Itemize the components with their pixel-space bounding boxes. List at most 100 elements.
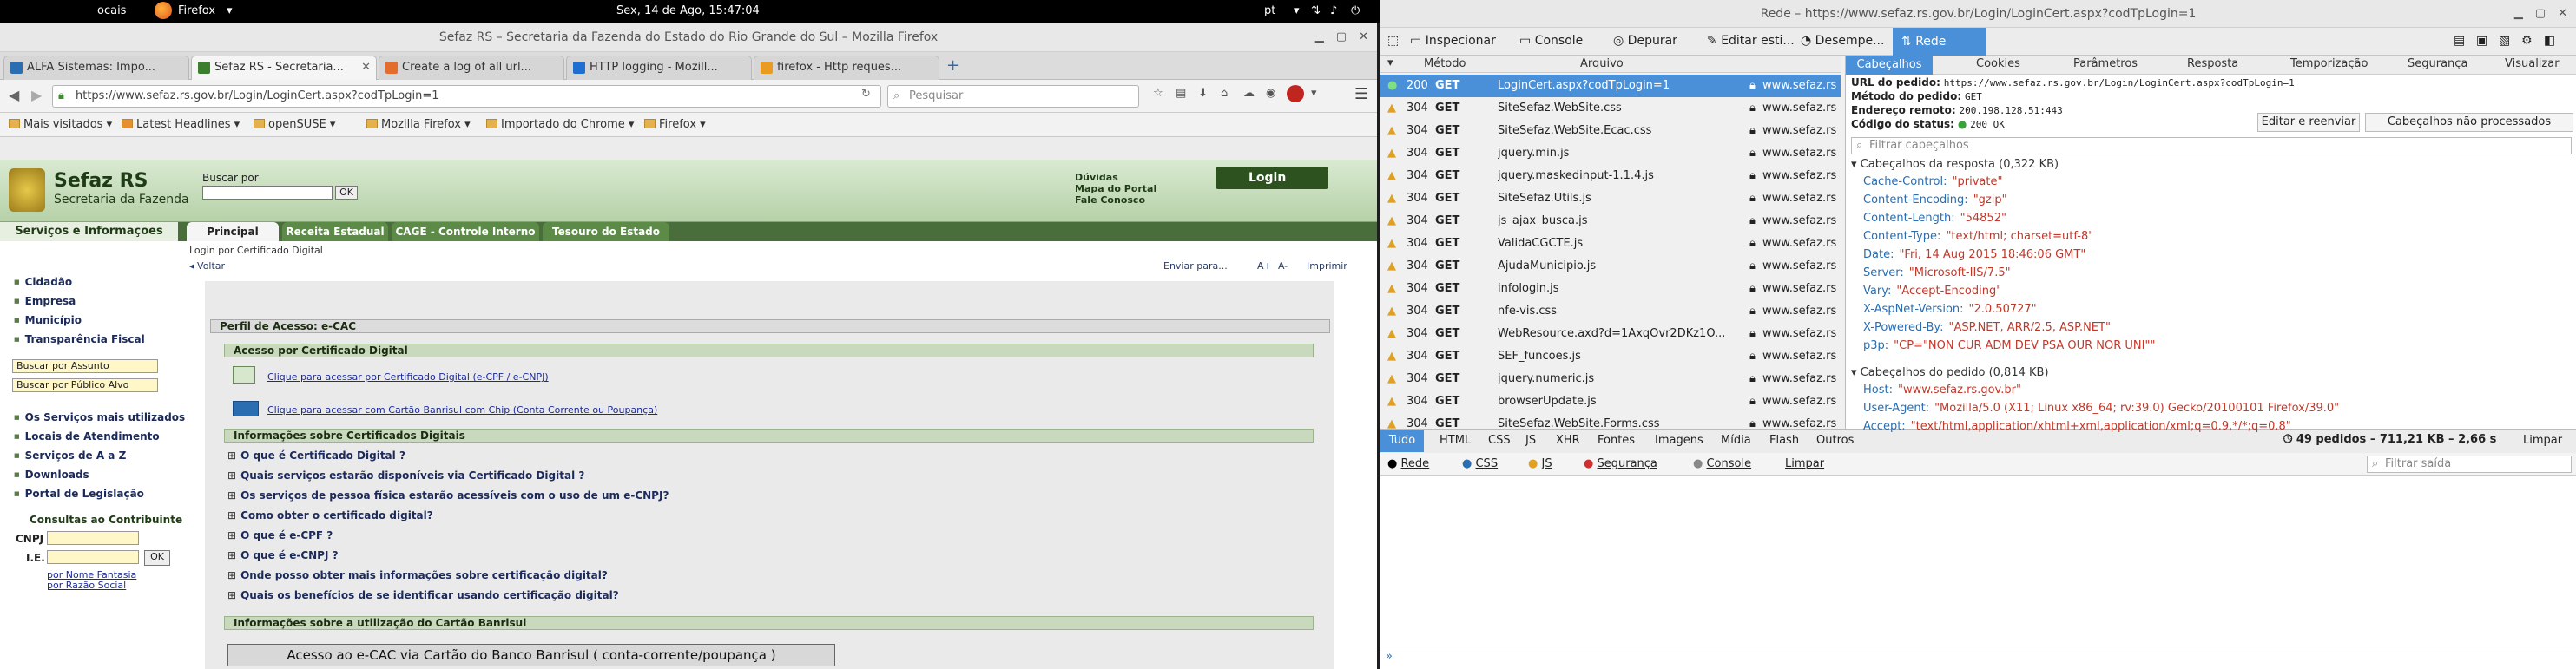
bookmark-latest-headlines[interactable]: Latest Headlines ▾ bbox=[122, 118, 240, 131]
side-transparencia[interactable]: Transparência Fiscal bbox=[14, 333, 145, 345]
select-publico[interactable]: Buscar por Público Alvo bbox=[12, 378, 158, 392]
filter-headers-input[interactable]: ⌕ Filtrar cabeçalhos bbox=[1851, 137, 2572, 154]
faq-item[interactable]: Quais serviços estarão disponíveis via C… bbox=[227, 469, 584, 482]
tab-console[interactable]: ▭ Console bbox=[1519, 34, 1583, 48]
faq-item[interactable]: Onde posso obter mais informações sobre … bbox=[227, 569, 608, 581]
tab-response[interactable]: Resposta bbox=[2187, 57, 2238, 70]
tab-inspector[interactable]: ▭ Inspecionar bbox=[1410, 34, 1496, 48]
tab-debugger[interactable]: ◎ Depurar bbox=[1613, 34, 1677, 48]
filter-css[interactable]: CSS bbox=[1488, 434, 1511, 447]
filter-html[interactable]: HTML bbox=[1440, 434, 1471, 447]
request-row[interactable]: ▲ 304 GET ValidaCGCTE.js 🔒︎ www.sefaz.rs bbox=[1380, 233, 1841, 255]
bookmark-imported-chrome[interactable]: Importado do Chrome ▾ bbox=[486, 118, 634, 131]
split-icon[interactable]: ▤ bbox=[2454, 34, 2465, 48]
back-link[interactable]: ◂ Voltar bbox=[189, 260, 225, 272]
request-row[interactable]: ▲ 304 GET browserUpdate.js 🔒︎ www.sefaz.rs bbox=[1380, 390, 1841, 413]
filter-js[interactable]: JS bbox=[1525, 434, 1536, 447]
filter-xhr[interactable]: XHR bbox=[1556, 434, 1580, 447]
filter-net[interactable]: ● Rede bbox=[1387, 457, 1429, 470]
link-banrisul-access[interactable]: Clique para acessar com Cartão Banrisul … bbox=[267, 404, 657, 416]
clock[interactable]: Sex, 14 de Ago, 15:47:04 bbox=[616, 4, 760, 17]
request-row[interactable]: ▲ 304 GET js_ajax_busca.js 🔒︎ www.sefaz.rs bbox=[1380, 210, 1841, 233]
adblock-icon[interactable] bbox=[1287, 85, 1304, 102]
login-button[interactable]: Login bbox=[1216, 167, 1328, 189]
side-servicos[interactable]: Os Serviços mais utilizados bbox=[14, 411, 186, 423]
side-az[interactable]: Serviços de A a Z bbox=[14, 449, 127, 462]
tab-tesouro[interactable]: Tesouro do Estado bbox=[543, 222, 669, 241]
font-decrease[interactable]: A- bbox=[1278, 260, 1288, 272]
tab-preview[interactable]: Visualizar bbox=[2505, 57, 2560, 70]
minimize-icon[interactable]: ▁ bbox=[2514, 7, 2523, 20]
side-municipio[interactable]: Município bbox=[14, 314, 82, 326]
font-increase[interactable]: A+ bbox=[1257, 260, 1272, 272]
print-link[interactable]: Imprimir bbox=[1307, 260, 1347, 272]
raw-headers-button[interactable]: Cabeçalhos não processados bbox=[2365, 113, 2573, 132]
hamburger-menu-icon[interactable]: ☰ bbox=[1354, 85, 1368, 103]
download-icon[interactable]: ⬇ bbox=[1198, 87, 1208, 100]
filter-images[interactable]: Imagens bbox=[1655, 434, 1703, 447]
tab-receita[interactable]: Receita Estadual bbox=[282, 222, 388, 241]
power-icon[interactable]: ⏻ bbox=[1351, 4, 1360, 17]
tab-security[interactable]: Segurança bbox=[2408, 57, 2467, 70]
bookmark-opensuse[interactable]: openSUSE ▾ bbox=[254, 118, 335, 131]
select-assunto[interactable]: Buscar por Assunto bbox=[12, 359, 158, 373]
filter-logging[interactable]: ● Console bbox=[1693, 457, 1751, 470]
site-search-ok-button[interactable]: OK bbox=[335, 186, 358, 200]
forward-icon[interactable]: ▶ bbox=[31, 87, 42, 103]
scratchpad-icon[interactable]: ▧ bbox=[2499, 34, 2510, 48]
close-icon[interactable]: ✕ bbox=[2558, 7, 2567, 20]
tab-timing[interactable]: Temporização bbox=[2290, 57, 2368, 70]
ie-ok-button[interactable]: OK bbox=[144, 550, 170, 566]
more-icon[interactable]: ▾ bbox=[1311, 87, 1317, 100]
search-input[interactable]: ⌕ Pesquisar bbox=[887, 85, 1139, 108]
console-clear-button[interactable]: Limpar bbox=[1785, 457, 1824, 470]
console-input[interactable]: » bbox=[1380, 646, 2576, 669]
pick-element-icon[interactable]: ⬚ bbox=[1387, 34, 1399, 48]
filter-js[interactable]: ● JS bbox=[1528, 457, 1552, 470]
ie-input[interactable] bbox=[47, 550, 139, 564]
maximize-icon[interactable]: ▢ bbox=[1336, 30, 1347, 43]
side-empresa[interactable]: Empresa bbox=[14, 295, 76, 307]
chat-icon[interactable]: ☁ bbox=[1243, 87, 1255, 100]
faq-item[interactable]: O que é e-CNPJ ? bbox=[227, 549, 339, 561]
faq-item[interactable]: Como obter o certificado digital? bbox=[227, 509, 433, 521]
request-row[interactable]: ▲ 304 GET SEF_funcoes.js 🔒︎ www.sefaz.rs bbox=[1380, 345, 1841, 368]
link-razao-social[interactable]: por Razão Social bbox=[47, 580, 126, 591]
tab-network[interactable]: ⇅ Rede bbox=[1893, 28, 1986, 56]
side-locais[interactable]: Locais de Atendimento bbox=[14, 430, 160, 443]
star-icon[interactable]: ☆ bbox=[1153, 87, 1163, 100]
tab-principal[interactable]: Principal bbox=[187, 222, 279, 241]
clear-button[interactable]: Limpar bbox=[2523, 434, 2562, 447]
filter-css[interactable]: ● CSS bbox=[1462, 457, 1498, 470]
filter-fonts[interactable]: Fontes bbox=[1598, 434, 1635, 447]
response-headers-section[interactable]: ▾ Cabeçalhos da resposta (0,322 KB) bbox=[1851, 158, 2059, 171]
dock-icon[interactable]: ◧ bbox=[2544, 34, 2555, 48]
url-bar[interactable]: 🔒︎ https://www.sefaz.rs.gov.br/Login/Logi… bbox=[52, 85, 881, 108]
bookmark-firefox[interactable]: Firefox ▾ bbox=[644, 118, 706, 131]
faq-item[interactable]: O que é e-CPF ? bbox=[227, 529, 333, 541]
link-cert-access[interactable]: Clique para acessar por Certificado Digi… bbox=[267, 371, 549, 383]
back-icon[interactable]: ◀ bbox=[9, 87, 19, 103]
bookmark-most-visited[interactable]: Mais visitados ▾ bbox=[9, 118, 112, 131]
tab-cookies[interactable]: Cookies bbox=[1976, 57, 2020, 70]
filter-all[interactable]: Tudo bbox=[1380, 430, 1424, 452]
network-icon[interactable]: ⇅ bbox=[1311, 4, 1321, 17]
home-icon[interactable]: ⌂ bbox=[1221, 87, 1228, 100]
activities-button[interactable]: ocais bbox=[97, 4, 126, 17]
lang-indicator[interactable]: pt bbox=[1264, 4, 1275, 17]
responsive-icon[interactable]: ▣ bbox=[2476, 34, 2487, 48]
request-row[interactable]: ▲ 304 GET infologin.js 🔒︎ www.sefaz.rs bbox=[1380, 278, 1841, 300]
edit-resend-button[interactable]: Editar e reenviar bbox=[2257, 113, 2360, 132]
tab-alfa[interactable]: ALFA Sistemas: Impo... bbox=[3, 56, 189, 80]
tab-params[interactable]: Parâmetros bbox=[2073, 57, 2138, 70]
site-search-input[interactable] bbox=[202, 186, 333, 200]
request-row[interactable]: ● 200 GET LoginCert.aspx?codTpLogin=1 🔒︎ www.… bbox=[1380, 75, 1841, 97]
faq-item[interactable]: Quais os benefícios de se identificar us… bbox=[227, 589, 619, 601]
request-row[interactable]: ▲ 304 GET AjudaMunicipio.js 🔒︎ www.sefaz.rs bbox=[1380, 255, 1841, 278]
app-menu-firefox[interactable]: Firefox bbox=[178, 4, 215, 17]
filter-others[interactable]: Outros bbox=[1816, 434, 1854, 447]
request-row[interactable]: ▲ 304 GET SiteSefaz.WebSite.Ecac.css 🔒︎ www.s… bbox=[1380, 120, 1841, 142]
filter-media[interactable]: Mídia bbox=[1721, 434, 1751, 447]
column-file[interactable]: Arquivo bbox=[1580, 57, 1624, 70]
settings-gear-icon[interactable]: ⚙ bbox=[2521, 34, 2533, 48]
